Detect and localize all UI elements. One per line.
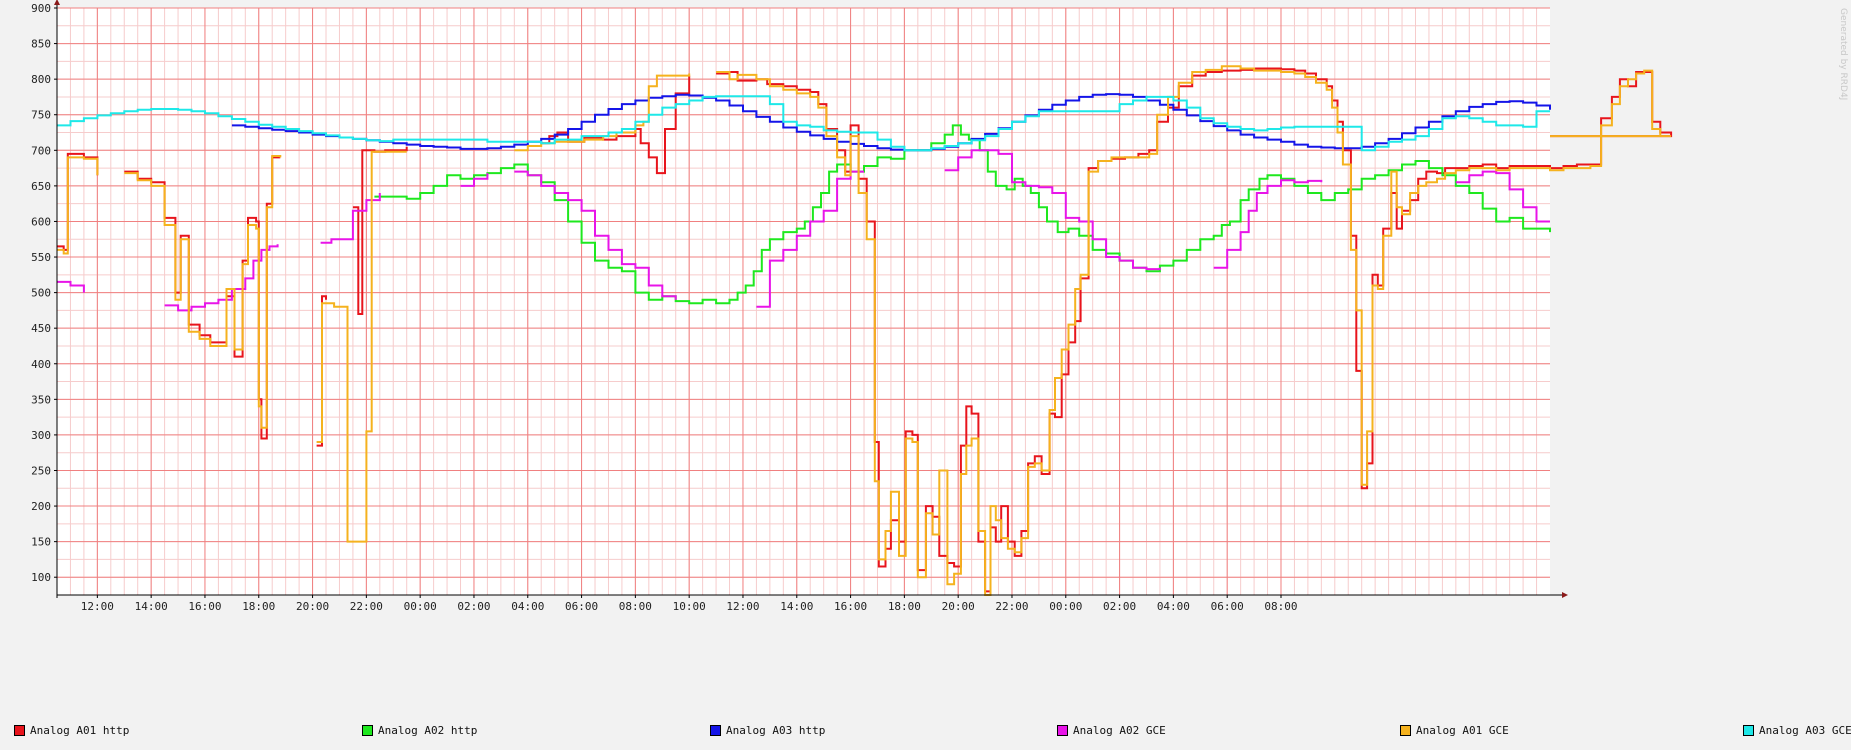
legend-item: Analog A02 http: [362, 723, 477, 737]
x-tick-label: 12:00: [726, 600, 759, 613]
y-tick-label: 400: [31, 358, 51, 371]
legend-item: Analog A03 GCE: [1743, 723, 1851, 737]
legend-swatch: [1400, 724, 1411, 736]
y-tick-label: 550: [31, 251, 51, 264]
y-axis-tick-labels: 100 150 200 250 300 350 400 450 500 550 600 650 700 7…: [31, 2, 57, 584]
y-tick-label: 250: [31, 464, 51, 477]
chart-svg: 100 150 200 250 300 350 400 450 500 550 600 650 700 7…: [31, 0, 1673, 613]
x-tick-label: 00:00: [1049, 600, 1082, 613]
y-tick-label: 650: [31, 180, 51, 193]
legend-swatch: [362, 724, 373, 736]
x-tick-label: 06:00: [565, 600, 598, 613]
legend-swatch: [710, 724, 721, 736]
x-tick-label: 16:00: [834, 600, 867, 613]
legend-item: Analog A01 http: [14, 723, 129, 737]
legend-label: Analog A02 GCE: [1073, 723, 1166, 737]
x-tick-label: 02:00: [1103, 600, 1136, 613]
x-tick-label: 22:00: [995, 600, 1028, 613]
y-tick-label: 100: [31, 571, 51, 584]
x-tick-label: 10:00: [673, 600, 706, 613]
watermark: Generated by RRD4J: [1838, 8, 1848, 101]
chart-area: 100 150 200 250 300 350 400 450 500 550 600 650 700 7…: [0, 0, 1851, 746]
legend-item: Analog A01 GCE: [1400, 723, 1509, 737]
x-tick-label: 14:00: [135, 600, 168, 613]
x-tick-label: 18:00: [888, 600, 921, 613]
legend: Analog A01 http Analog A02 http Analog A03…: [0, 718, 1851, 740]
x-tick-label: 14:00: [780, 600, 813, 613]
legend-item: Analog A02 GCE: [1057, 723, 1166, 737]
legend-swatch: [1057, 724, 1068, 736]
legend-label: Analog A01 GCE: [1416, 723, 1509, 737]
y-tick-label: 850: [31, 38, 51, 51]
x-tick-label: 20:00: [296, 600, 329, 613]
y-tick-label: 300: [31, 429, 51, 442]
x-tick-label: 18:00: [242, 600, 275, 613]
y-tick-label: 800: [31, 73, 51, 86]
legend-label: Analog A03 http: [726, 723, 826, 737]
legend-swatch: [14, 724, 25, 736]
x-tick-label: 04:00: [1157, 600, 1190, 613]
y-tick-label: 600: [31, 215, 51, 228]
x-axis-tick-labels: 12:00 14:00 16:00 18:00 20:00 22:00 00:00 02:00…: [81, 595, 1298, 613]
plot-background: [57, 8, 1550, 595]
legend-label: Analog A02 http: [378, 723, 478, 737]
y-tick-label: 200: [31, 500, 51, 513]
y-tick-label: 350: [31, 393, 51, 406]
y-tick-label: 750: [31, 109, 51, 122]
legend-label: Analog A03 GCE: [1759, 723, 1851, 737]
x-tick-label: 16:00: [188, 600, 221, 613]
legend-item: Analog A03 http: [710, 723, 825, 737]
x-axis-arrow-icon: [1562, 592, 1568, 598]
x-tick-label: 22:00: [350, 600, 383, 613]
y-tick-label: 700: [31, 144, 51, 157]
y-tick-label: 900: [31, 2, 51, 15]
x-tick-label: 02:00: [457, 600, 490, 613]
x-tick-label: 08:00: [619, 600, 652, 613]
x-tick-label: 04:00: [511, 600, 544, 613]
x-tick-label: 08:00: [1264, 600, 1297, 613]
legend-swatch: [1743, 724, 1754, 736]
x-tick-label: 20:00: [942, 600, 975, 613]
y-tick-label: 450: [31, 322, 51, 335]
legend-label: Analog A01 http: [30, 723, 130, 737]
y-axis-arrow-icon: [54, 0, 60, 5]
x-tick-label: 06:00: [1211, 600, 1244, 613]
x-tick-label: 00:00: [404, 600, 437, 613]
x-tick-label: 12:00: [81, 600, 114, 613]
y-tick-label: 150: [31, 536, 51, 549]
y-tick-label: 500: [31, 287, 51, 300]
